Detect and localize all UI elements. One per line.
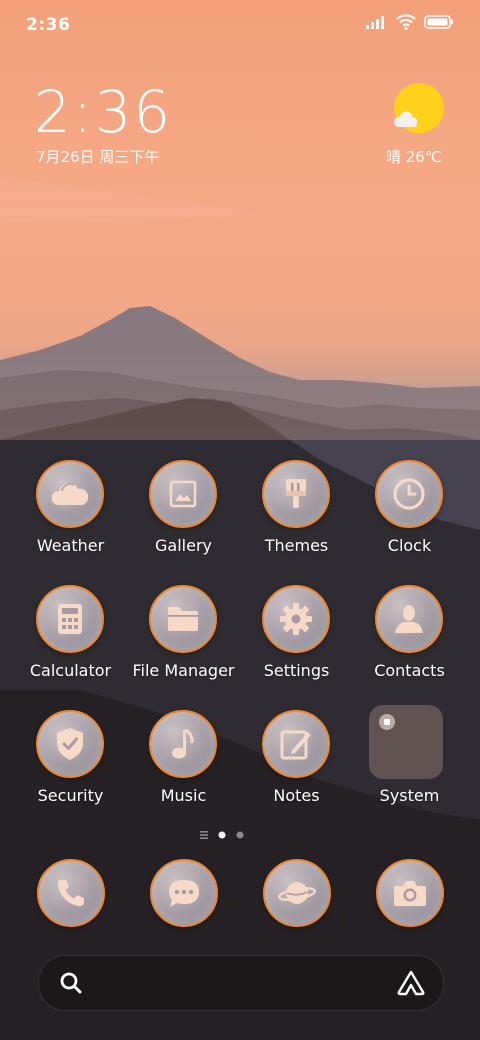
app-folder-system[interactable]: System	[353, 705, 466, 820]
planet-browser-icon	[263, 859, 331, 927]
signal-icon	[366, 16, 384, 29]
app-label-file-manager: File Manager	[132, 661, 235, 680]
app-label-contacts: Contacts	[374, 661, 445, 680]
app-weather[interactable]: Weather	[14, 460, 127, 570]
folder-group-icon	[369, 705, 443, 779]
battery-icon	[424, 15, 453, 29]
app-label-notes: Notes	[273, 786, 320, 805]
phone-icon	[37, 859, 105, 927]
dock-app-browser[interactable]	[261, 857, 331, 927]
app-label-music: Music	[160, 786, 207, 805]
app-label-system: System	[379, 786, 440, 805]
dock-app-phone[interactable]	[35, 857, 105, 927]
shield-check-icon	[36, 710, 104, 778]
page-indicator[interactable]	[200, 829, 260, 841]
assistant-icon[interactable]	[397, 970, 425, 996]
dock-app-messages[interactable]	[148, 857, 218, 927]
app-settings[interactable]: Settings	[240, 585, 353, 695]
status-bar: 2:36	[0, 0, 480, 50]
cloud-sun-icon	[36, 460, 104, 528]
app-calculator[interactable]: Calculator	[14, 585, 127, 695]
clock-icon	[375, 460, 443, 528]
gear-icon	[262, 585, 330, 653]
music-note-icon	[149, 710, 217, 778]
message-icon	[150, 859, 218, 927]
clock-widget-time[interactable]: 2:36	[34, 78, 172, 146]
partly-sunny-icon[interactable]	[390, 82, 444, 136]
dock-app-camera[interactable]	[374, 857, 444, 927]
search-icon[interactable]	[59, 971, 83, 995]
app-label-clock: Clock	[387, 536, 432, 555]
mini-app-icon	[379, 714, 395, 730]
status-icons	[366, 14, 454, 30]
page-dot	[236, 831, 244, 839]
app-label-security: Security	[37, 786, 104, 805]
app-notes[interactable]: Notes	[240, 710, 353, 820]
app-contacts[interactable]: Contacts	[353, 585, 466, 695]
paintbrush-icon	[262, 460, 330, 528]
app-music[interactable]: Music	[127, 710, 240, 820]
person-icon	[375, 585, 443, 653]
weather-widget-text: 晴 26℃	[386, 148, 442, 166]
app-gallery[interactable]: Gallery	[127, 460, 240, 570]
folder-icon	[149, 585, 217, 653]
app-label-settings: Settings	[263, 661, 330, 680]
app-label-gallery: Gallery	[155, 536, 212, 555]
wifi-icon	[396, 14, 416, 30]
status-time: 2:36	[26, 15, 71, 35]
search-bar[interactable]	[38, 955, 444, 1011]
feed-page-icon	[200, 831, 208, 839]
app-file-manager[interactable]: File Manager	[127, 585, 240, 695]
app-clock[interactable]: Clock	[353, 460, 466, 570]
app-label-weather: Weather	[36, 536, 105, 555]
calculator-icon	[36, 585, 104, 653]
app-themes[interactable]: Themes	[240, 460, 353, 570]
app-label-themes: Themes	[264, 536, 329, 555]
app-security[interactable]: Security	[14, 710, 127, 820]
clock-widget-date: 7月26日 周三下午	[36, 148, 160, 166]
camera-icon	[376, 859, 444, 927]
edit-note-icon	[262, 710, 330, 778]
app-label-calculator: Calculator	[29, 661, 112, 680]
image-icon	[149, 460, 217, 528]
page-dot-active	[218, 831, 226, 839]
